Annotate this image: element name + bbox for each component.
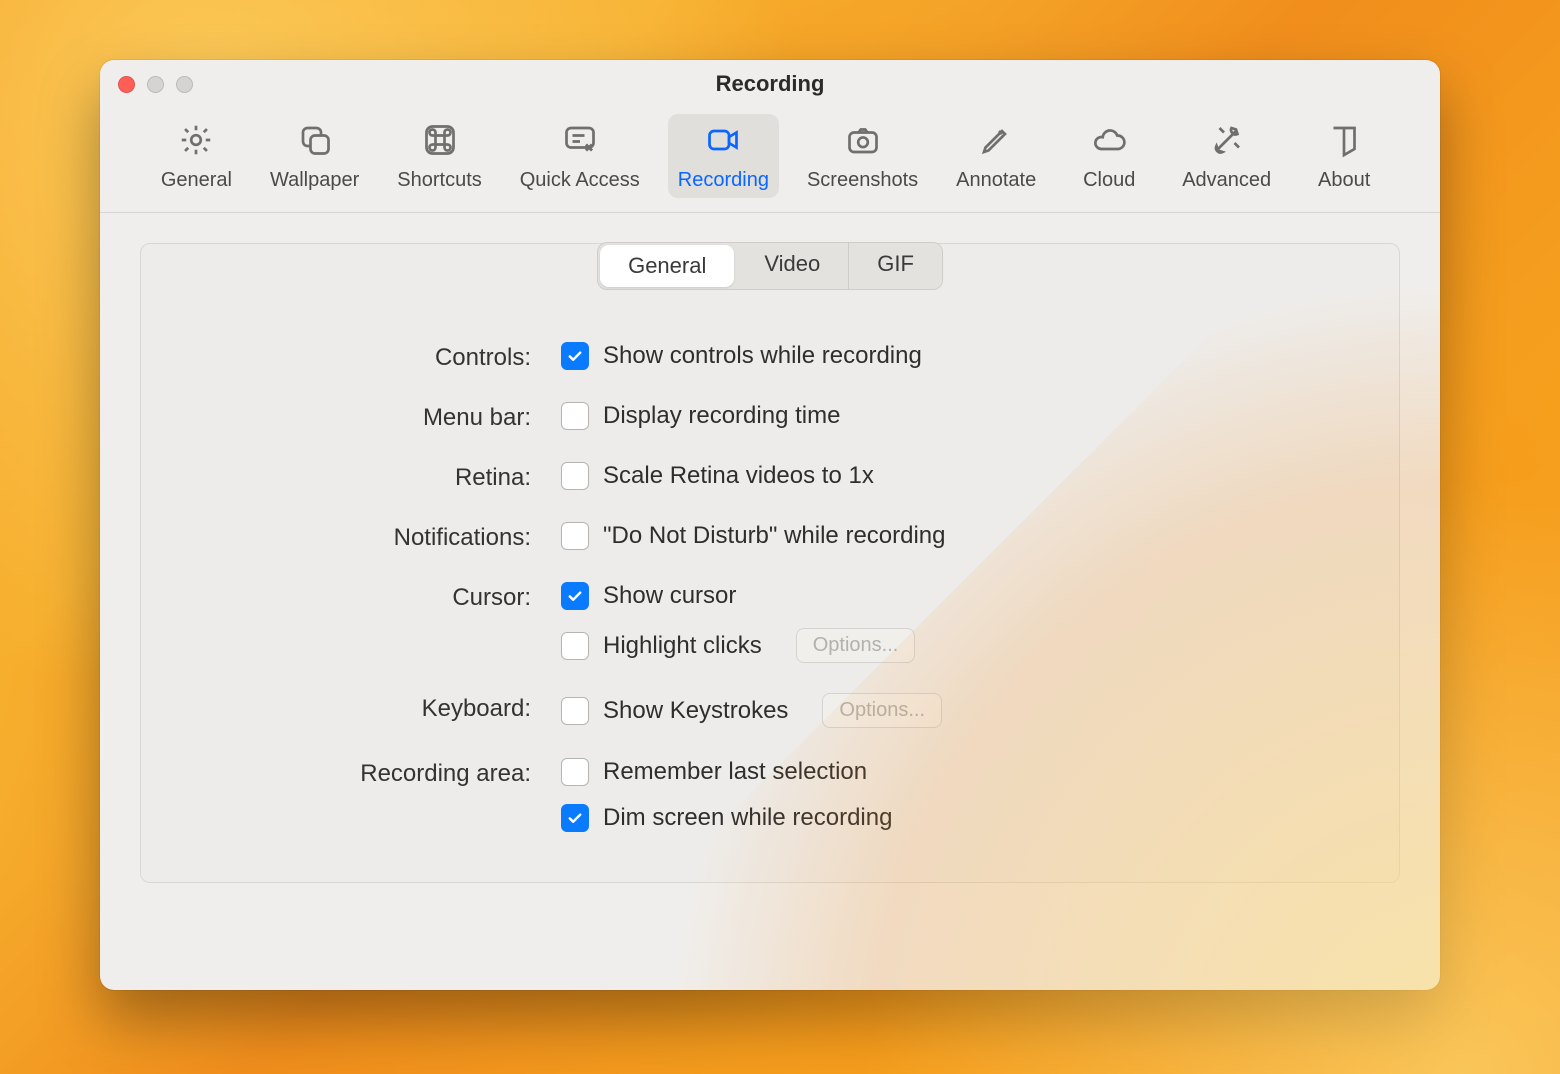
- checkbox-icon: [561, 522, 589, 550]
- label-keyboard: Keyboard:: [141, 693, 531, 723]
- tab-label: Advanced: [1182, 169, 1271, 192]
- tab-quick-access[interactable]: Quick Access: [510, 114, 650, 198]
- checkbox-show-keystrokes[interactable]: Show Keystrokes Options...: [561, 693, 1339, 728]
- tab-label: Cloud: [1083, 169, 1135, 192]
- tab-label: Annotate: [956, 169, 1036, 192]
- checkbox-remember-selection[interactable]: Remember last selection: [561, 758, 1339, 786]
- subtab-video[interactable]: Video: [736, 243, 849, 289]
- checkbox-show-cursor[interactable]: Show cursor: [561, 582, 1339, 610]
- subtab-segmented-control: General Video GIF: [597, 242, 943, 290]
- tab-advanced[interactable]: Advanced: [1172, 114, 1281, 198]
- desktop-background: Recording General: [0, 0, 1560, 1074]
- checkbox-label: Show cursor: [603, 582, 736, 610]
- gear-icon: [176, 122, 216, 163]
- quick-access-icon: [560, 122, 600, 163]
- settings-form: Controls: Show controls while recording …: [141, 322, 1399, 832]
- subtab-general[interactable]: General: [600, 245, 734, 287]
- pencil-icon: [976, 122, 1016, 163]
- highlight-clicks-options-button[interactable]: Options...: [796, 628, 916, 663]
- tab-label: Wallpaper: [270, 169, 359, 192]
- tab-label: Recording: [678, 169, 769, 192]
- tab-wallpaper[interactable]: Wallpaper: [260, 114, 369, 198]
- titlebar: Recording: [100, 60, 1440, 108]
- window-controls: [118, 76, 193, 93]
- wallpaper-icon: [295, 122, 335, 163]
- tab-label: General: [161, 169, 232, 192]
- checkbox-scale-retina[interactable]: Scale Retina videos to 1x: [561, 462, 1339, 490]
- checkbox-dnd[interactable]: "Do Not Disturb" while recording: [561, 522, 1339, 550]
- checkbox-dim-screen[interactable]: Dim screen while recording: [561, 804, 1339, 832]
- settings-panel: General Video GIF Controls: Show control…: [140, 243, 1400, 883]
- checkbox-icon: [561, 342, 589, 370]
- preferences-pane: General Video GIF Controls: Show control…: [100, 213, 1440, 923]
- tab-cloud[interactable]: Cloud: [1064, 114, 1154, 198]
- command-icon: [420, 122, 460, 163]
- checkbox-display-recording-time[interactable]: Display recording time: [561, 402, 1339, 430]
- preferences-toolbar: General Wallpaper Shor: [100, 108, 1440, 213]
- checkbox-label: Remember last selection: [603, 758, 867, 786]
- keystrokes-options-button[interactable]: Options...: [822, 693, 942, 728]
- label-menubar: Menu bar:: [141, 402, 531, 432]
- tab-label: Quick Access: [520, 169, 640, 192]
- checkbox-icon: [561, 402, 589, 430]
- label-controls: Controls:: [141, 342, 531, 372]
- checkbox-icon: [561, 462, 589, 490]
- tab-general[interactable]: General: [151, 114, 242, 198]
- label-retina: Retina:: [141, 462, 531, 492]
- video-camera-icon: [703, 122, 743, 163]
- checkbox-highlight-clicks[interactable]: Highlight clicks Options...: [561, 628, 1339, 663]
- tab-annotate[interactable]: Annotate: [946, 114, 1046, 198]
- checkbox-label: Display recording time: [603, 402, 840, 430]
- checkbox-label: Highlight clicks: [603, 632, 762, 660]
- preferences-window: Recording General: [100, 60, 1440, 990]
- tab-label: Screenshots: [807, 169, 918, 192]
- checkbox-label: Show Keystrokes: [603, 697, 788, 725]
- checkbox-icon: [561, 582, 589, 610]
- checkbox-show-controls[interactable]: Show controls while recording: [561, 342, 1339, 370]
- checkbox-icon: [561, 758, 589, 786]
- checkbox-icon: [561, 804, 589, 832]
- label-cursor: Cursor:: [141, 582, 531, 612]
- minimize-window-button[interactable]: [147, 76, 164, 93]
- checkbox-label: "Do Not Disturb" while recording: [603, 522, 946, 550]
- about-icon: [1324, 122, 1364, 163]
- checkbox-label: Scale Retina videos to 1x: [603, 462, 874, 490]
- tab-label: About: [1318, 169, 1370, 192]
- label-notifications: Notifications:: [141, 522, 531, 552]
- label-recording-area: Recording area:: [141, 758, 531, 788]
- tools-icon: [1207, 122, 1247, 163]
- window-title: Recording: [716, 71, 825, 97]
- checkbox-icon: [561, 632, 589, 660]
- subtab-gif[interactable]: GIF: [849, 243, 942, 289]
- cloud-icon: [1089, 122, 1129, 163]
- maximize-window-button[interactable]: [176, 76, 193, 93]
- tab-label: Shortcuts: [397, 169, 481, 192]
- checkbox-label: Show controls while recording: [603, 342, 922, 370]
- checkbox-label: Dim screen while recording: [603, 804, 892, 832]
- tab-screenshots[interactable]: Screenshots: [797, 114, 928, 198]
- camera-icon: [843, 122, 883, 163]
- tab-shortcuts[interactable]: Shortcuts: [387, 114, 491, 198]
- checkbox-icon: [561, 697, 589, 725]
- tab-recording[interactable]: Recording: [668, 114, 779, 198]
- close-window-button[interactable]: [118, 76, 135, 93]
- tab-about[interactable]: About: [1299, 114, 1389, 198]
